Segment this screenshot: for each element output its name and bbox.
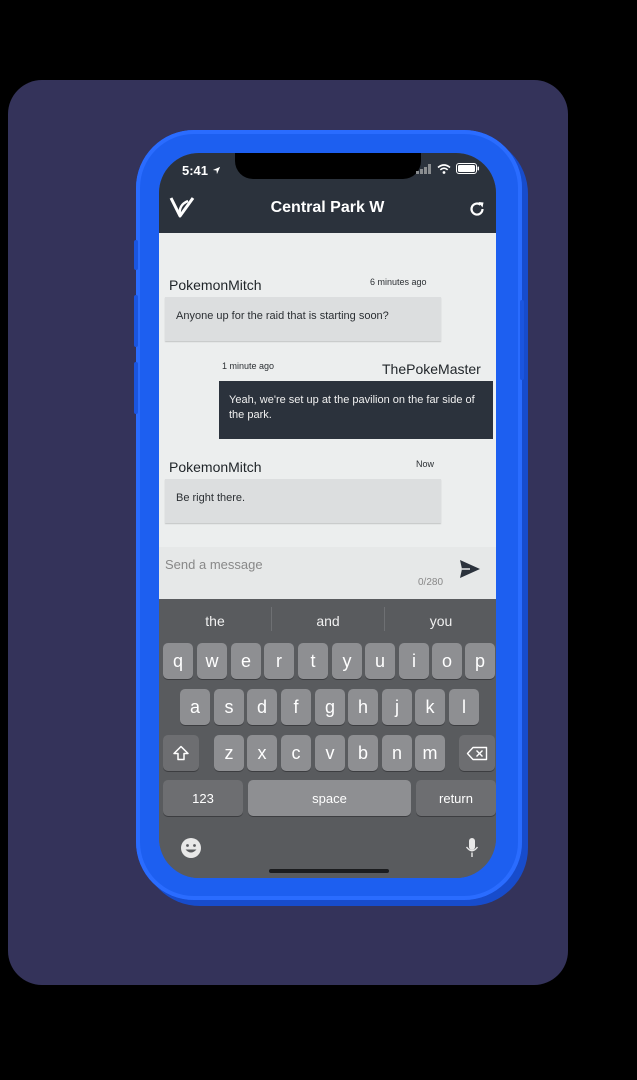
- notch: [235, 153, 421, 179]
- key-q[interactable]: q: [163, 643, 193, 679]
- battery-icon: [456, 163, 479, 174]
- volume-up-button: [134, 295, 138, 347]
- refresh-icon[interactable]: [468, 200, 486, 218]
- key-s[interactable]: s: [214, 689, 244, 725]
- mute-switch: [134, 240, 138, 270]
- key-x[interactable]: x: [247, 735, 277, 771]
- key-h[interactable]: h: [348, 689, 378, 725]
- microphone-icon[interactable]: [465, 837, 479, 859]
- key-f[interactable]: f: [281, 689, 311, 725]
- key-a[interactable]: a: [180, 689, 210, 725]
- key-n[interactable]: n: [382, 735, 412, 771]
- key-e[interactable]: e: [231, 643, 261, 679]
- message-username: PokemonMitch: [169, 459, 262, 475]
- message-bubble: Yeah, we're set up at the pavilion on th…: [219, 381, 493, 439]
- key-l[interactable]: l: [449, 689, 479, 725]
- location-arrow-icon: [212, 166, 220, 175]
- key-t[interactable]: t: [298, 643, 328, 679]
- space-key[interactable]: space: [248, 780, 411, 816]
- key-v[interactable]: v: [315, 735, 345, 771]
- emoji-icon[interactable]: [180, 837, 202, 859]
- volume-down-button: [134, 362, 138, 414]
- message-timestamp: 1 minute ago: [222, 361, 275, 371]
- suggestion-1[interactable]: the: [159, 613, 271, 629]
- message-composer: 0/280: [159, 547, 496, 599]
- wifi-icon: [437, 163, 451, 174]
- key-k[interactable]: k: [415, 689, 445, 725]
- message-username: PokemonMitch: [169, 277, 262, 293]
- character-counter: 0/280: [418, 577, 444, 588]
- key-i[interactable]: i: [399, 643, 429, 679]
- message-timestamp: 6 minutes ago: [370, 277, 427, 287]
- send-icon[interactable]: [459, 559, 481, 579]
- key-g[interactable]: g: [315, 689, 345, 725]
- key-w[interactable]: w: [197, 643, 227, 679]
- status-time: 5:41: [182, 163, 221, 178]
- status-icons: [416, 163, 480, 174]
- key-m[interactable]: m: [415, 735, 445, 771]
- message-username: ThePokeMaster: [382, 361, 481, 377]
- phone-screen: 5:41 Central Park W PokemonMitch 6 minut…: [159, 153, 496, 878]
- shift-key[interactable]: [163, 735, 199, 771]
- shift-icon: [173, 745, 189, 761]
- key-b[interactable]: b: [348, 735, 378, 771]
- backspace-icon: [466, 746, 488, 760]
- home-indicator: [269, 869, 389, 873]
- numbers-key[interactable]: 123: [163, 780, 243, 816]
- message-input[interactable]: [165, 555, 425, 573]
- key-y[interactable]: y: [332, 643, 362, 679]
- app-header: 5:41 Central Park W: [159, 153, 496, 233]
- message-timestamp: Now: [416, 459, 435, 469]
- key-u[interactable]: u: [365, 643, 395, 679]
- page-title: Central Park W: [270, 199, 385, 216]
- return-key[interactable]: return: [416, 780, 496, 816]
- signal-icon: [416, 163, 431, 174]
- key-r[interactable]: r: [264, 643, 294, 679]
- key-p[interactable]: p: [465, 643, 495, 679]
- key-o[interactable]: o: [432, 643, 462, 679]
- key-d[interactable]: d: [247, 689, 277, 725]
- key-c[interactable]: c: [281, 735, 311, 771]
- key-j[interactable]: j: [382, 689, 412, 725]
- status-time-text: 5:41: [182, 163, 209, 178]
- message-bubble: Be right there.: [165, 479, 441, 523]
- keyboard: the and you q w e r t y u i o p a s d f …: [159, 599, 496, 878]
- power-button: [520, 300, 524, 380]
- backspace-key[interactable]: [459, 735, 495, 771]
- suggestion-3[interactable]: you: [385, 613, 496, 629]
- suggestion-2[interactable]: and: [272, 613, 384, 629]
- chat-messages[interactable]: PokemonMitch 6 minutes ago Anyone up for…: [159, 233, 496, 547]
- message-bubble: Anyone up for the raid that is starting …: [165, 297, 441, 341]
- key-z[interactable]: z: [214, 735, 244, 771]
